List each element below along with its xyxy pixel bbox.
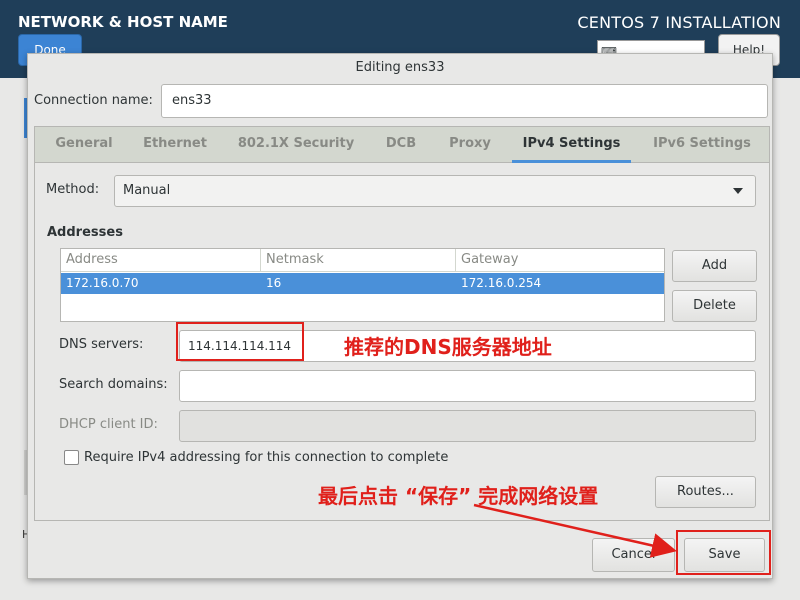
installer-title: CENTOS 7 INSTALLATION xyxy=(577,13,781,32)
settings-tab-panel: General Ethernet 802.1X Security DCB Pro… xyxy=(34,126,770,521)
column-address[interactable]: Address xyxy=(61,249,261,272)
address-cell[interactable]: 172.16.0.70 xyxy=(61,273,261,294)
tab-proxy[interactable]: Proxy xyxy=(440,127,500,163)
gateway-cell[interactable]: 172.16.0.254 xyxy=(456,273,665,294)
column-gateway[interactable]: Gateway xyxy=(456,249,665,272)
table-row[interactable]: 172.16.0.70 16 172.16.0.254 xyxy=(61,273,664,294)
save-annotation: 最后点击 “保存” 完成网络设置 xyxy=(318,484,599,508)
connection-name-label: Connection name: xyxy=(34,93,153,108)
method-select[interactable]: Manual xyxy=(114,175,756,207)
dhcp-client-id-input xyxy=(179,410,756,442)
page-title: NETWORK & HOST NAME xyxy=(18,13,228,31)
routes-button[interactable]: Routes... xyxy=(655,476,756,508)
chevron-down-icon xyxy=(733,188,743,194)
add-address-button[interactable]: Add xyxy=(672,250,757,282)
method-label: Method: xyxy=(46,182,100,197)
dns-annotation: 推荐的DNS服务器地址 xyxy=(344,335,552,359)
table-header: Address Netmask Gateway xyxy=(61,249,664,272)
search-domains-input[interactable] xyxy=(179,370,756,402)
search-domains-label: Search domains: xyxy=(59,377,168,392)
method-value: Manual xyxy=(123,183,171,198)
column-netmask[interactable]: Netmask xyxy=(261,249,456,272)
netmask-cell[interactable]: 16 xyxy=(261,273,456,294)
tab-dcb[interactable]: DCB xyxy=(376,127,426,163)
require-ipv4-label[interactable]: Require IPv4 addressing for this connect… xyxy=(84,450,448,465)
dhcp-client-id-label: DHCP client ID: xyxy=(59,417,158,432)
dns-highlight-box xyxy=(176,322,304,361)
tab-ipv4-settings[interactable]: IPv4 Settings xyxy=(512,127,631,163)
tab-ethernet[interactable]: Ethernet xyxy=(135,127,215,163)
delete-address-button[interactable]: Delete xyxy=(672,290,757,322)
save-highlight-box xyxy=(676,530,771,575)
addresses-table[interactable]: Address Netmask Gateway 172.16.0.70 16 1… xyxy=(60,248,665,322)
tab-8021x-security[interactable]: 802.1X Security xyxy=(231,127,361,163)
tab-general[interactable]: General xyxy=(45,127,123,163)
tab-ipv6-settings[interactable]: IPv6 Settings xyxy=(643,127,761,163)
dns-servers-label: DNS servers: xyxy=(59,337,144,352)
require-ipv4-checkbox[interactable] xyxy=(64,450,79,465)
cancel-button[interactable]: Cancel xyxy=(592,538,675,572)
connection-name-input[interactable]: ens33 xyxy=(161,84,768,118)
addresses-title: Addresses xyxy=(47,225,123,240)
tab-bar: General Ethernet 802.1X Security DCB Pro… xyxy=(35,127,769,163)
dialog-title: Editing ens33 xyxy=(355,60,445,75)
